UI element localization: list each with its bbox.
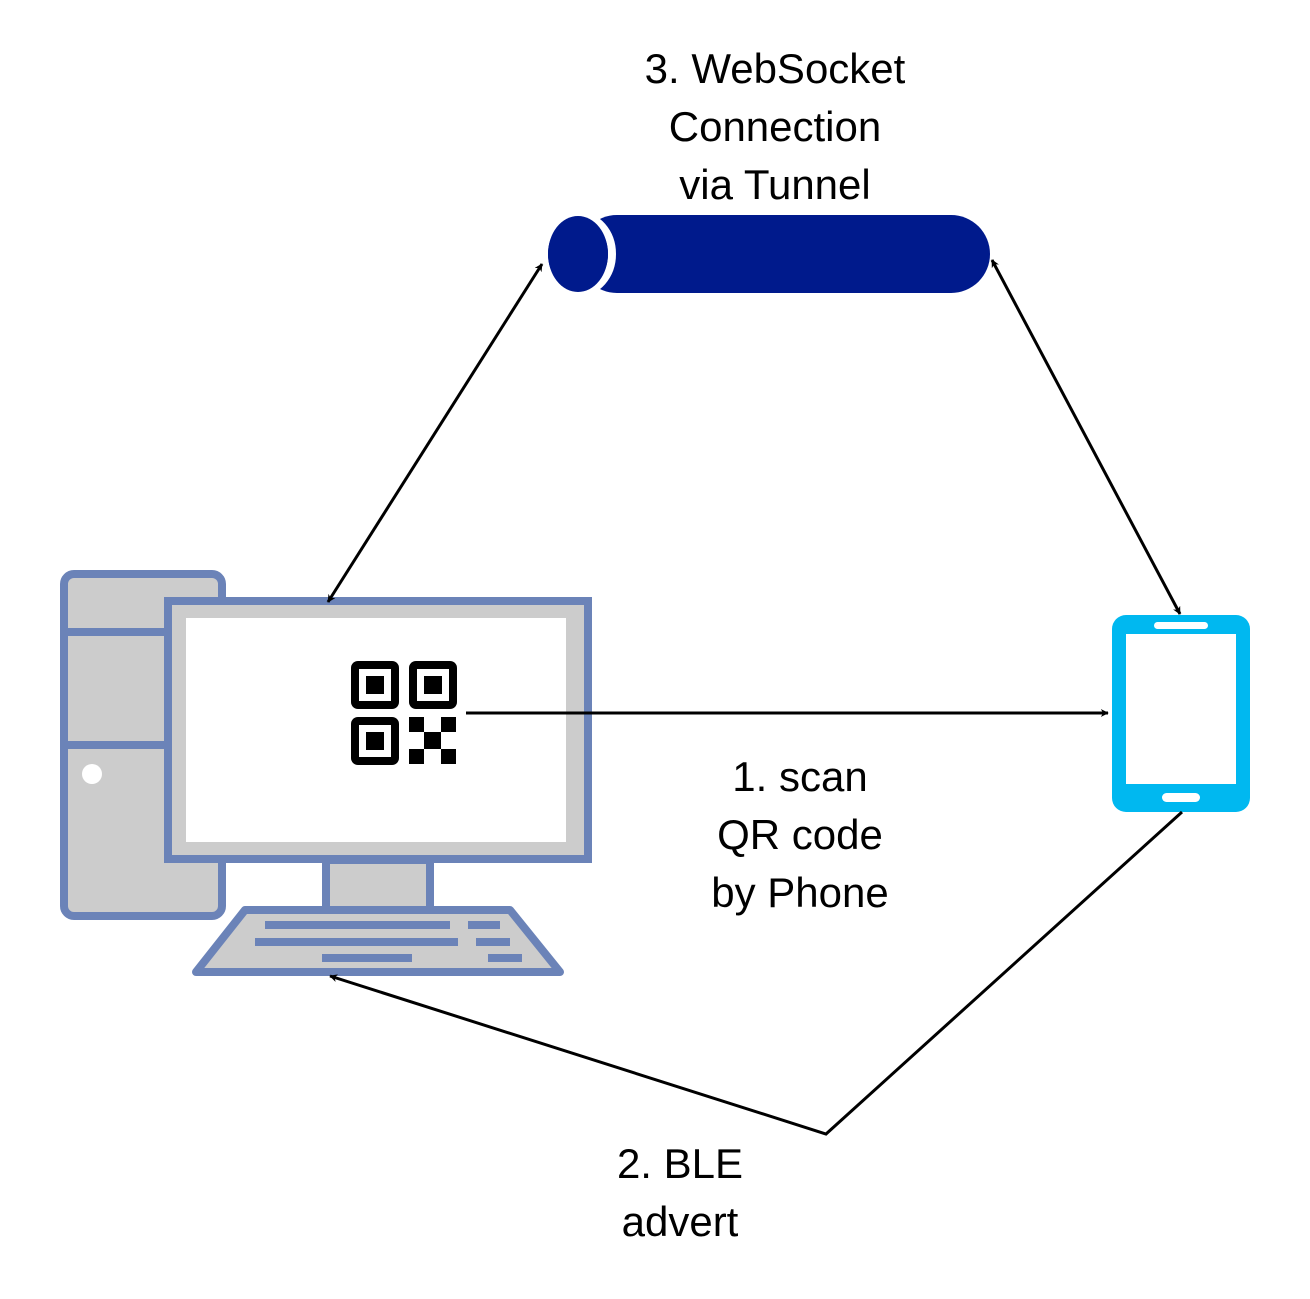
scan-label-line: QR code bbox=[717, 811, 883, 858]
desktop-computer-icon bbox=[60, 570, 592, 976]
tunnel-label-line: Connection bbox=[668, 103, 882, 150]
ble-label-line: advert bbox=[621, 1198, 739, 1245]
arrow-tunnel-phone bbox=[990, 259, 1182, 615]
scan-label-line: 1. scan bbox=[732, 753, 868, 800]
tunnel-label-line: 3. WebSocket bbox=[644, 45, 906, 92]
ble-advert-label: 2. BLE advert bbox=[540, 1135, 820, 1251]
websocket-tunnel-label: 3. WebSocket Connection via Tunnel bbox=[575, 40, 975, 214]
tunnel-pipe-icon bbox=[540, 211, 990, 297]
scan-label-line: by Phone bbox=[711, 869, 889, 916]
scan-qr-label: 1. scan QR code by Phone bbox=[640, 748, 960, 922]
tunnel-label-line: via Tunnel bbox=[679, 161, 871, 208]
arrow-computer-tunnel bbox=[326, 263, 544, 603]
ble-label-line: 2. BLE bbox=[616, 1140, 744, 1187]
mobile-phone-icon bbox=[1112, 615, 1250, 812]
